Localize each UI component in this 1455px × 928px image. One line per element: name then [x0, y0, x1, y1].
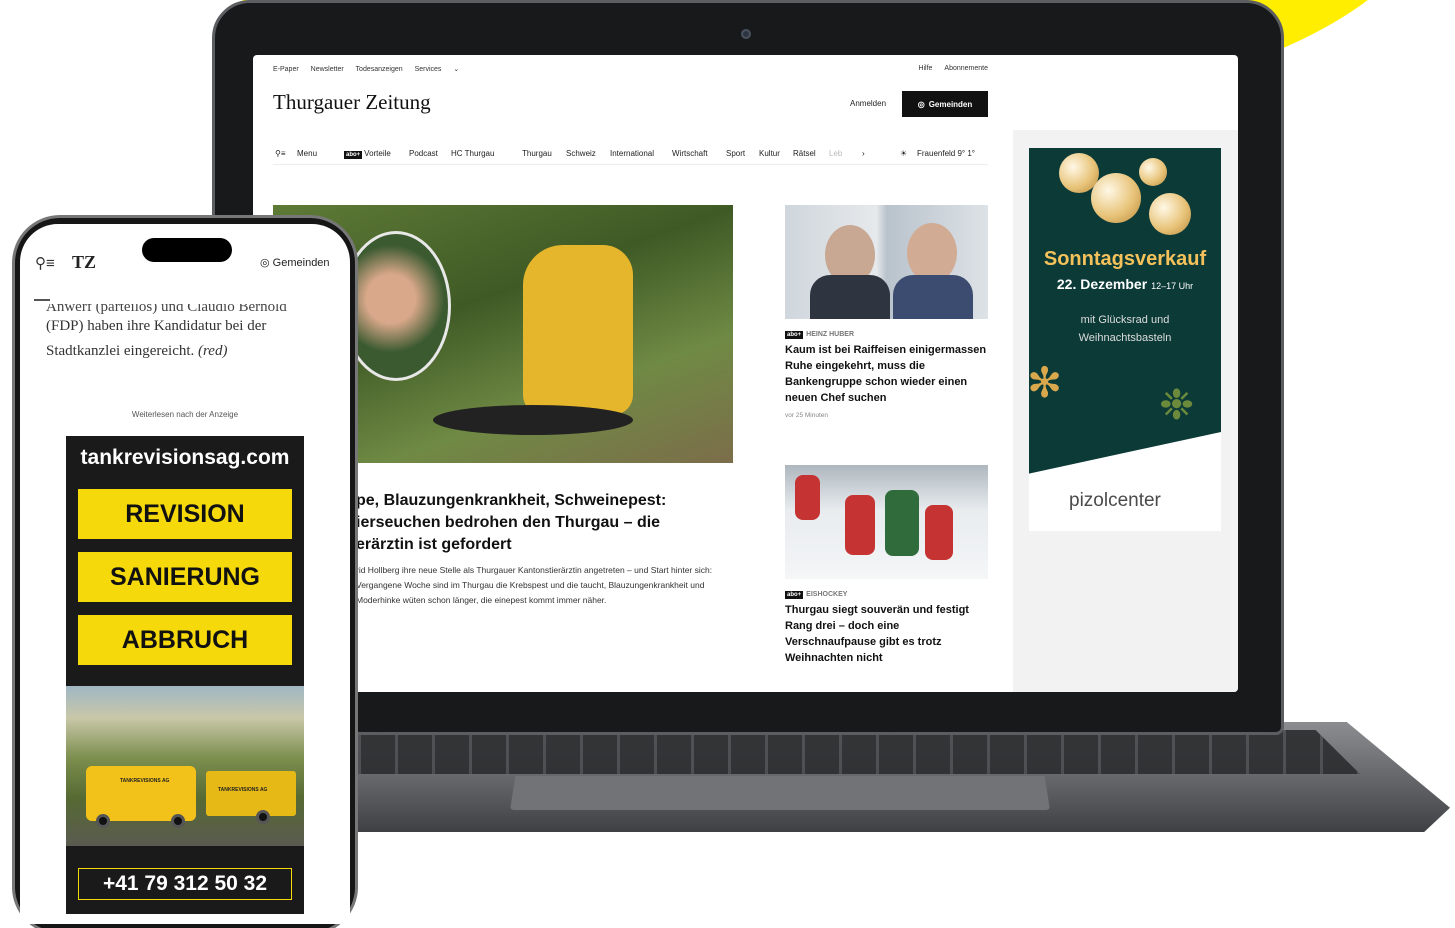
gemeinden-button[interactable]: ◎ Gemeinden [902, 91, 988, 117]
top-links-right: Hilfe Abonnemente [908, 65, 988, 72]
login-link[interactable]: Anmelden [850, 99, 886, 108]
product-showcase: E-Paper Newsletter Todesanzeigen Service… [0, 0, 1455, 928]
laptop-trackpad [510, 776, 1050, 810]
ad-truck-image: TANKREVISIONS AG TANKREVISIONS AG [66, 686, 304, 846]
mobile-logo[interactable]: TZ [72, 252, 96, 273]
article-timestamp: vor 25 Minuten [785, 412, 828, 419]
top-links: E-Paper Newsletter Todesanzeigen Service… [273, 65, 469, 73]
nav-item-thurgau[interactable]: Thurgau [522, 149, 552, 158]
ad-title: Sonntagsverkauf [1043, 248, 1207, 270]
nav-item-hc-thurgau[interactable]: HC Thurgau [451, 149, 494, 158]
trailer-label: TANKREVISIONS AG [218, 787, 268, 793]
compass-icon: ◎ [917, 99, 925, 109]
article-thumbnail-raiffeisen[interactable] [785, 205, 988, 319]
ad-date: 22. Dezember 12–17 Uhr [1056, 276, 1194, 292]
trailer: TANKREVISIONS AG [206, 771, 296, 816]
link-hilfe[interactable]: Hilfe [918, 65, 932, 72]
weather-icon: ☀ [900, 149, 908, 158]
hero-headline[interactable]: pe, Blauzungenkrankheit, Schweinepest: i… [356, 490, 706, 556]
abo-badge: abo+ [344, 151, 363, 159]
nav-item-podcast[interactable]: Podcast [409, 149, 438, 158]
side-articles: abo+ HEINZ HUBER Kaum ist bei Raiffeisen … [785, 205, 988, 666]
nav-item-international[interactable]: International [610, 149, 654, 158]
nav-item-vorteile[interactable]: abo+ Vorteile [344, 149, 391, 159]
truck-label: TANKREVISIONS AG [120, 778, 170, 784]
abbruch-button[interactable]: ABBRUCH [78, 615, 292, 665]
ad-subtitle: mit Glücksrad und Weihnachtsbasteln [1078, 314, 1172, 344]
ad-notice: Weiterlesen nach der Anzeige [131, 410, 239, 419]
menu-button[interactable]: Menu [297, 149, 317, 158]
hazmat-suit-figure [523, 245, 633, 415]
nav-item-raetsel[interactable]: Rätsel [793, 149, 816, 158]
nav-item-sport[interactable]: Sport [726, 149, 745, 158]
truck: TANKREVISIONS AG [86, 766, 196, 821]
chevron-right-icon[interactable]: › [862, 149, 865, 158]
ad-url[interactable]: tankrevisionsag.com [66, 446, 304, 470]
article-source: (red) [198, 343, 228, 359]
divider [34, 299, 50, 301]
mobile-gemeinden-link[interactable]: ◎ Gemeinden [260, 256, 330, 269]
ornament-icon [1149, 193, 1191, 235]
wheel [96, 814, 110, 828]
article-tag: abo+ HEINZ HUBER [785, 331, 855, 339]
snowflake-icon: ✻ [1029, 359, 1063, 406]
link-services[interactable]: Services [415, 66, 442, 73]
ad-brand: pizolcenter [1069, 490, 1161, 511]
nav-item-kultur[interactable]: Kultur [759, 149, 780, 158]
wheel [171, 814, 185, 828]
nav-item-leben[interactable]: Leb [829, 149, 842, 158]
weather-widget[interactable]: Frauenfeld 9° 1° [917, 149, 975, 158]
ground-tarp [433, 405, 633, 435]
nav-item-schweiz[interactable]: Schweiz [566, 149, 596, 158]
nav-item-wirtschaft[interactable]: Wirtschaft [672, 149, 708, 158]
ad-footer [1029, 432, 1221, 531]
chevron-down-icon: ⌄ [453, 66, 460, 73]
ad-phone-number[interactable]: +41 79 312 50 32 [78, 868, 292, 900]
article-text-cut: Anwerf (parteilos) und Claudio Bernold [46, 304, 287, 314]
advertisement-pizolcenter[interactable]: Sonntagsverkauf 22. Dezember 12–17 Uhr m… [1029, 148, 1221, 531]
webcam-icon [741, 29, 751, 39]
snowflake-icon: ❉ [1159, 381, 1195, 428]
main-navigation: ⚲≡ Menu abo+ Vorteile Podcast HC Thurgau … [273, 145, 988, 165]
hero-lead: rid Hollberg ihre neue Stelle als Thurga… [356, 565, 713, 605]
article-text: (FDP) haben ihre Kandidatur bei der Stad… [46, 318, 267, 359]
revision-button[interactable]: REVISION [78, 489, 292, 539]
link-abonnemente[interactable]: Abonnemente [944, 65, 988, 72]
laptop-screen: E-Paper Newsletter Todesanzeigen Service… [253, 55, 1238, 692]
article-title[interactable]: Thurgau siegt souverän und festigt Rang … [785, 602, 988, 666]
phone-screen: ⚲≡ TZ ◎ Gemeinden Anwerf (parteilos) und… [20, 224, 350, 924]
site-logo[interactable]: Thurgauer Zeitung [273, 90, 431, 115]
ornament-icon [1139, 158, 1167, 186]
link-newsletter[interactable]: Newsletter [311, 66, 344, 73]
mobile-article-text: Anwerf (parteilos) und Claudio Bernold (… [46, 304, 326, 364]
article-thumbnail-eishockey[interactable] [785, 465, 988, 579]
dynamic-island [142, 238, 232, 262]
laptop-keyboard [250, 730, 1360, 774]
search-icon[interactable]: ⚲≡ [275, 149, 286, 158]
search-menu-icon[interactable]: ⚲≡ [35, 254, 55, 272]
gemeinden-label: Gemeinden [928, 99, 973, 109]
wheel [256, 810, 270, 824]
ornament-icon [1091, 173, 1141, 223]
link-todesanzeigen[interactable]: Todesanzeigen [356, 66, 403, 73]
link-epaper[interactable]: E-Paper [273, 66, 299, 73]
advertisement-tankrevision[interactable]: tankrevisionsag.com REVISION SANIERUNG A… [66, 436, 304, 914]
article-title[interactable]: Kaum ist bei Raiffeisen einigermassen Ru… [785, 342, 988, 406]
sanierung-button[interactable]: SANIERUNG [78, 552, 292, 602]
article-tag: abo+ EISHOCKEY [785, 591, 848, 599]
compass-icon: ◎ [260, 257, 270, 269]
